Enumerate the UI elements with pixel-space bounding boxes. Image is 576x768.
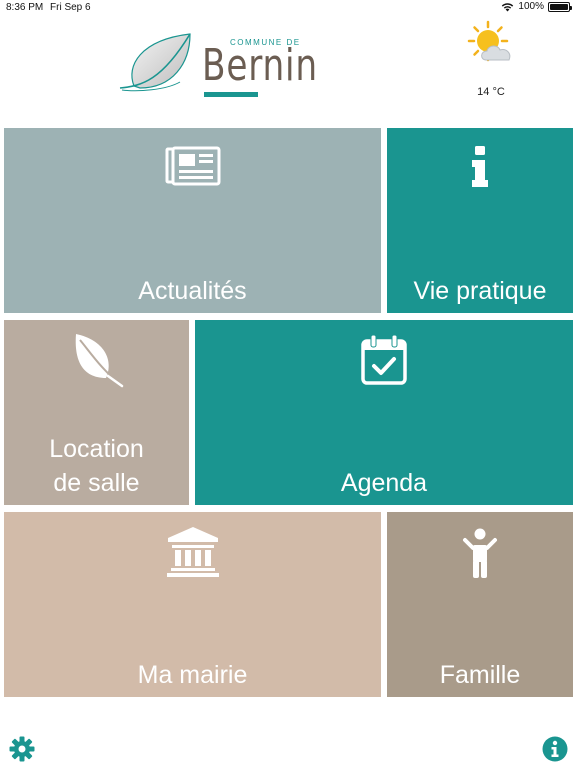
tile-label-line2: de salle: [53, 469, 140, 497]
weather-widget[interactable]: 14 °C: [466, 20, 516, 100]
tile-label: Agenda: [340, 469, 428, 497]
tile-label: Famille: [439, 661, 521, 689]
battery-percent: 100%: [518, 1, 544, 12]
status-right: 100%: [501, 1, 572, 12]
logo-underline: [204, 92, 258, 97]
tile-location-de-salle[interactable]: Location de salle: [4, 320, 189, 505]
tile-vie-pratique[interactable]: Vie pratique: [387, 128, 573, 313]
status-date: Fri Sep 6: [50, 2, 91, 13]
logo-bernin-text: Bernin: [202, 40, 318, 91]
info-icon: [472, 146, 488, 187]
town-hall-icon: [166, 527, 219, 577]
child-icon: [463, 528, 497, 578]
tile-ma-mairie[interactable]: Ma mairie: [4, 512, 381, 697]
status-bar: 8:36 PM Fri Sep 6 100%: [0, 0, 576, 16]
calendar-check-icon: [361, 334, 407, 385]
leaf-icon: [75, 334, 123, 388]
commune-logo: COMMUNE DE Bernin: [118, 30, 317, 100]
tile-label: Actualités: [138, 277, 247, 305]
tile-label-line1: Location: [49, 435, 144, 463]
gear-icon[interactable]: [9, 736, 35, 762]
sun-cloud-icon: [467, 20, 511, 62]
wifi-icon: [502, 2, 514, 11]
tile-famille[interactable]: Famille: [387, 512, 573, 697]
leaf-logo-icon: [119, 33, 191, 92]
newspaper-icon: [165, 146, 220, 186]
tile-actualites[interactable]: Actualités: [4, 128, 381, 313]
temperature: 14 °C: [477, 86, 505, 98]
tile-label: Ma mairie: [137, 661, 248, 689]
battery-icon: [548, 1, 572, 12]
info-circle-icon[interactable]: [542, 736, 568, 762]
tile-agenda[interactable]: Agenda: [195, 320, 573, 505]
status-time: 8:36 PM: [6, 2, 44, 13]
tile-label: Vie pratique: [413, 277, 547, 305]
